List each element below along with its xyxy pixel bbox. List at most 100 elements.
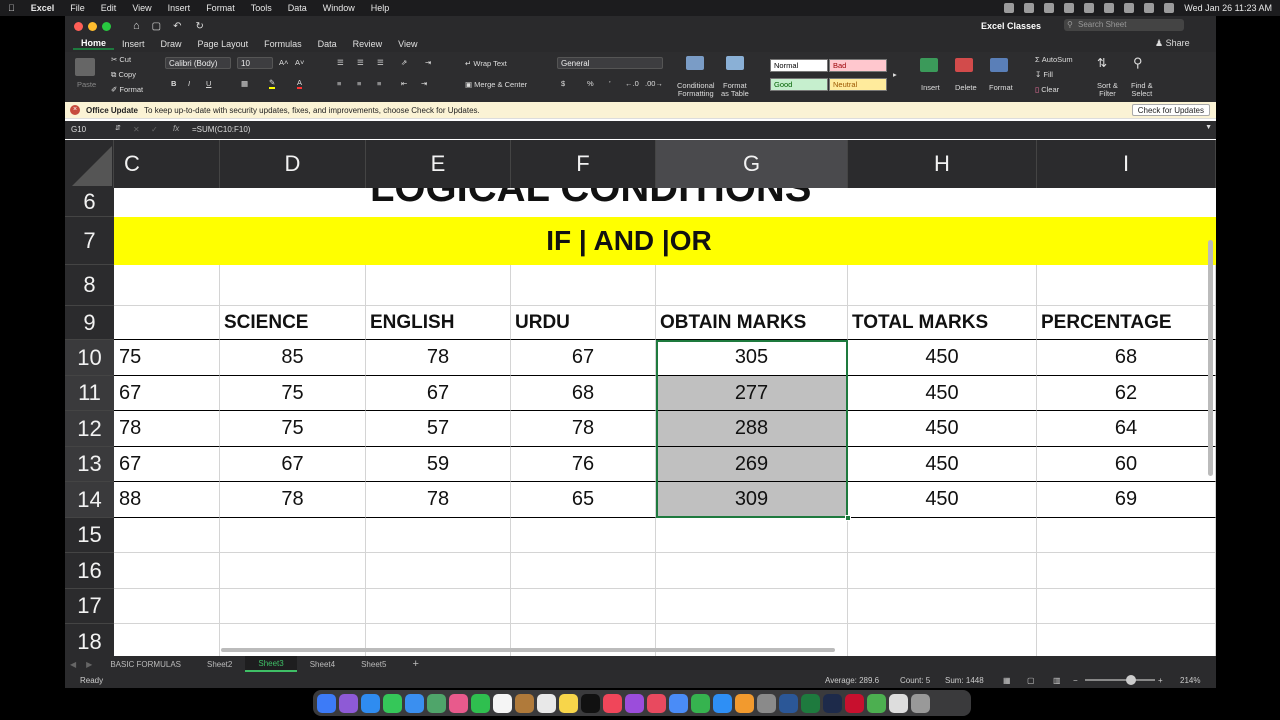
data-cell-c12[interactable]: 78 bbox=[114, 411, 220, 447]
format-cells-button[interactable]: Format bbox=[989, 83, 1013, 92]
fx-button[interactable]: fx bbox=[173, 124, 179, 133]
status-count[interactable]: Count: 5 bbox=[900, 676, 930, 685]
sheet-tab-basic-formulas[interactable]: BASIC FORMULAS bbox=[97, 660, 194, 669]
row-header-12[interactable]: 12 bbox=[65, 411, 114, 447]
sheet-tab-sheet2[interactable]: Sheet2 bbox=[194, 660, 245, 669]
zoom-slider[interactable] bbox=[1085, 679, 1155, 681]
normal-view-icon[interactable]: ▦ bbox=[1003, 676, 1011, 685]
increase-indent-icon[interactable]: ⇥ bbox=[421, 79, 427, 88]
data-cell-i11[interactable]: 62 bbox=[1037, 376, 1216, 411]
data-cell-f14[interactable]: 65 bbox=[511, 482, 656, 518]
menu-window[interactable]: Window bbox=[315, 3, 363, 13]
column-header-h[interactable]: H bbox=[848, 140, 1037, 188]
header-cell-h9[interactable]: TOTAL MARKS bbox=[848, 306, 1037, 340]
cut-button[interactable]: ✂ Cut bbox=[111, 55, 131, 64]
decrease-indent-icon[interactable]: ⇤ bbox=[401, 79, 407, 88]
style-neutral[interactable]: Neutral bbox=[829, 78, 887, 91]
orientation-icon[interactable]: ⇗ bbox=[401, 58, 407, 67]
undo-icon[interactable]: ↶ bbox=[173, 21, 181, 32]
safari-icon[interactable] bbox=[361, 693, 380, 713]
sheet-tab-sheet5[interactable]: Sheet5 bbox=[348, 660, 399, 669]
column-header-g[interactable]: G bbox=[656, 140, 848, 188]
data-cell-f10[interactable]: 67 bbox=[511, 340, 656, 376]
formula-input[interactable]: =SUM(C10:F10) bbox=[192, 125, 250, 134]
style-good[interactable]: Good bbox=[770, 78, 828, 91]
data-cell-c11[interactable]: 67 bbox=[114, 376, 220, 411]
minimize-window-icon[interactable] bbox=[88, 21, 97, 31]
data-cell-g11[interactable]: 277 bbox=[656, 376, 848, 411]
column-header-e[interactable]: E bbox=[366, 140, 511, 188]
page-break-view-icon[interactable]: ▥ bbox=[1053, 676, 1061, 685]
home-icon[interactable]: ⌂ bbox=[133, 20, 140, 32]
fill-button[interactable]: ↧ Fill bbox=[1035, 70, 1053, 79]
column-header-f[interactable]: F bbox=[511, 140, 656, 188]
bold-button[interactable]: B bbox=[171, 79, 176, 88]
apple-icon[interactable]:  bbox=[0, 3, 23, 13]
data-cell-g12[interactable]: 288 bbox=[656, 411, 848, 447]
cell-i16[interactable] bbox=[1037, 553, 1216, 589]
pdf-reader-icon[interactable] bbox=[845, 693, 864, 713]
row-header-15[interactable]: 15 bbox=[65, 518, 114, 553]
data-cell-c10[interactable]: 75 bbox=[114, 340, 220, 376]
notes-icon[interactable] bbox=[559, 693, 578, 713]
align-middle-icon[interactable]: ☰ bbox=[357, 58, 364, 67]
italic-button[interactable]: I bbox=[188, 79, 190, 88]
apple-tv-icon[interactable] bbox=[581, 693, 600, 713]
cell-d8[interactable] bbox=[220, 265, 366, 306]
system-preferences-icon[interactable] bbox=[757, 693, 776, 713]
find-select-button[interactable]: Find & Select bbox=[1131, 82, 1153, 98]
font-shrink-icon[interactable]: A˅ bbox=[295, 58, 304, 67]
tab-insert[interactable]: Insert bbox=[114, 39, 153, 49]
vertical-scrollbar[interactable] bbox=[1208, 240, 1213, 476]
row-header-8[interactable]: 8 bbox=[65, 265, 114, 306]
cell-i15[interactable] bbox=[1037, 518, 1216, 553]
data-cell-g14[interactable]: 309 bbox=[656, 482, 848, 518]
finder-icon[interactable] bbox=[317, 693, 336, 713]
data-cell-d10[interactable]: 85 bbox=[220, 340, 366, 376]
data-cell-f11[interactable]: 68 bbox=[511, 376, 656, 411]
clear-button[interactable]: ▯ Clear bbox=[1035, 85, 1059, 94]
row-header-10[interactable]: 10 bbox=[65, 340, 114, 376]
data-cell-e13[interactable]: 59 bbox=[366, 447, 511, 482]
data-cell-e14[interactable]: 78 bbox=[366, 482, 511, 518]
facetime-icon[interactable] bbox=[471, 693, 490, 713]
conditional-formatting-button[interactable]: Conditional Formatting bbox=[677, 82, 715, 98]
contacts-icon[interactable] bbox=[515, 693, 534, 713]
increase-decimal-icon[interactable]: ←.0 bbox=[625, 79, 639, 88]
maps-icon[interactable] bbox=[427, 693, 446, 713]
delete-cells-icon[interactable] bbox=[955, 58, 973, 72]
header-cell-c9[interactable] bbox=[114, 306, 220, 340]
zoom-out-icon[interactable]: − bbox=[1073, 676, 1078, 685]
photoshop-icon[interactable] bbox=[823, 693, 842, 713]
banner-row-7[interactable]: IF | AND |OR bbox=[114, 217, 1216, 265]
merge-center-button[interactable]: ▣ Merge & Center bbox=[465, 80, 527, 89]
fill-handle[interactable] bbox=[845, 515, 851, 521]
messages-icon[interactable] bbox=[383, 693, 402, 713]
tab-view[interactable]: View bbox=[390, 39, 425, 49]
data-cell-h12[interactable]: 450 bbox=[848, 411, 1037, 447]
tab-draw[interactable]: Draw bbox=[153, 39, 190, 49]
insert-cells-button[interactable]: Insert bbox=[921, 83, 940, 92]
flag-icon[interactable] bbox=[1064, 3, 1075, 13]
cell-g15[interactable] bbox=[656, 518, 848, 553]
data-cell-g10[interactable]: 305 bbox=[656, 340, 848, 376]
enter-icon[interactable]: ✓ bbox=[151, 125, 158, 134]
percent-button[interactable]: % bbox=[587, 79, 594, 88]
excel-dock-icon[interactable] bbox=[801, 693, 820, 713]
record-icon[interactable] bbox=[1004, 3, 1015, 13]
cell-d15[interactable] bbox=[220, 518, 366, 553]
data-cell-d14[interactable]: 78 bbox=[220, 482, 366, 518]
borders-icon[interactable]: ▦ bbox=[241, 79, 248, 88]
creative-cloud-icon[interactable] bbox=[1024, 3, 1035, 13]
style-bad[interactable]: Bad bbox=[829, 59, 887, 72]
menu-view[interactable]: View bbox=[124, 3, 159, 13]
align-bottom-icon[interactable]: ☰ bbox=[377, 58, 384, 67]
select-all-corner[interactable] bbox=[65, 140, 114, 188]
conditional-formatting-icon[interactable] bbox=[686, 56, 704, 70]
header-cell-f9[interactable]: URDU bbox=[511, 306, 656, 340]
comma-style-icon[interactable]: ’ bbox=[609, 79, 611, 88]
font-grow-icon[interactable]: A˄ bbox=[279, 58, 288, 67]
styles-more-icon[interactable]: ▸ bbox=[893, 70, 897, 79]
news-icon[interactable] bbox=[647, 693, 666, 713]
tab-review[interactable]: Review bbox=[345, 39, 391, 49]
